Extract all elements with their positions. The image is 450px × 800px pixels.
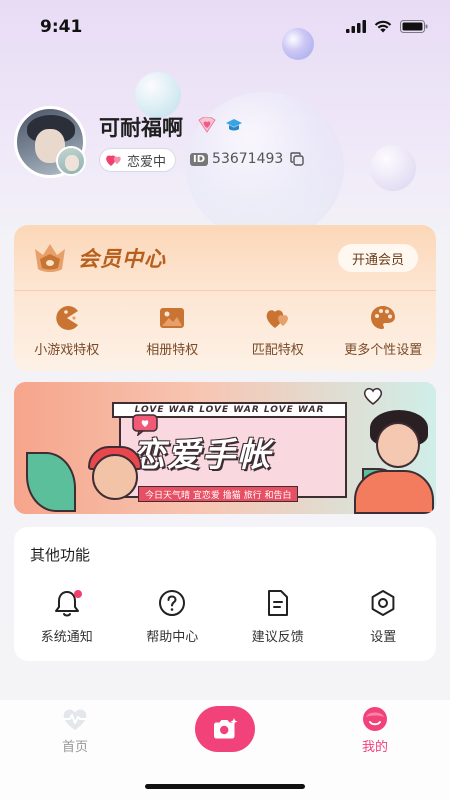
vip-item-match[interactable]: 匹配特权 <box>225 291 331 371</box>
tab-label: 首页 <box>61 740 88 755</box>
status-time: 9:41 <box>40 17 83 37</box>
function-item-notifications[interactable]: 系统通知 <box>14 589 120 645</box>
open-vip-button[interactable]: 开通会员 <box>337 244 418 272</box>
function-item-feedback[interactable]: 建议反馈 <box>225 589 331 645</box>
camera-button[interactable] <box>195 706 255 752</box>
relationship-status-label: 恋爱中 <box>127 154 167 170</box>
user-id-value: 53671493 <box>212 151 284 167</box>
decor-bubble <box>370 145 416 191</box>
function-label: 帮助中心 <box>146 630 199 645</box>
help-icon <box>159 590 186 616</box>
section-title: 其他功能 <box>30 546 91 564</box>
heart-badge-icon <box>198 117 216 133</box>
vip-item-personalization[interactable]: 更多个性设置 <box>331 291 437 371</box>
partner-avatar-face <box>65 155 79 171</box>
promo-banner[interactable]: LOVE WAR LOVE WAR LOVE WAR 恋爱手帐 今日天气晴 宜恋… <box>14 382 436 514</box>
relationship-status-badge[interactable]: 恋爱中 <box>99 148 177 172</box>
id-tag: ID <box>190 152 209 166</box>
profile-face-icon <box>363 707 387 731</box>
vip-title: 会员中心 <box>78 247 166 271</box>
illustration-girl-body <box>354 470 434 514</box>
vip-item-label: 更多个性设置 <box>344 343 423 358</box>
username: 可耐福啊 <box>99 116 183 140</box>
wifi-icon <box>374 20 392 33</box>
pacman-icon <box>56 306 78 330</box>
notification-badge <box>74 590 82 598</box>
function-list: 系统通知 帮助中心 建议反馈 设置 <box>14 589 436 645</box>
function-label: 建议反馈 <box>251 630 304 645</box>
copy-icon[interactable] <box>290 152 304 166</box>
couple-hearts-icon <box>106 155 121 166</box>
illustration-boy <box>92 454 138 500</box>
vip-item-label: 相册特权 <box>146 343 199 358</box>
status-icons <box>346 20 428 33</box>
image-icon <box>160 308 185 328</box>
palette-icon <box>371 306 396 329</box>
vip-privilege-list: 小游戏特权 相册特权 匹配特权 更多个性设置 <box>14 291 436 371</box>
function-item-help[interactable]: 帮助中心 <box>120 589 226 645</box>
decor-bubble <box>282 28 314 60</box>
partner-avatar[interactable] <box>56 146 86 176</box>
other-functions-card: 其他功能 系统通知 帮助中心 建议反馈 设置 <box>14 527 436 661</box>
tab-me[interactable]: 我的 <box>335 706 415 755</box>
chat-heart-icon <box>132 414 158 436</box>
vip-item-album[interactable]: 相册特权 <box>120 291 226 371</box>
function-label: 系统通知 <box>40 630 93 645</box>
battery-icon <box>400 20 428 33</box>
heart-decor-icon <box>363 387 383 405</box>
vip-center-card: 会员中心 开通会员 小游戏特权 相册特权 匹配特权 更多个性设置 <box>14 225 436 371</box>
tab-label: 我的 <box>361 740 388 755</box>
banner-subtitle: 今日天气晴 宜恋爱 撸猫 旅行 和告白 <box>138 486 299 502</box>
vip-item-label: 小游戏特权 <box>34 343 100 358</box>
home-indicator <box>145 784 305 789</box>
settings-icon <box>371 590 395 616</box>
camera-sparkle-icon <box>214 718 238 739</box>
feedback-icon <box>267 590 288 616</box>
vip-item-label: 匹配特权 <box>251 343 304 358</box>
function-item-settings[interactable]: 设置 <box>331 589 437 645</box>
user-id-row: ID 53671493 <box>190 151 304 167</box>
hearts-icon <box>266 310 288 328</box>
status-bar: 9:41 <box>0 0 450 56</box>
vip-header: 会员中心 开通会员 <box>14 225 436 290</box>
decor-bubble-large <box>186 92 344 242</box>
crown-icon <box>35 244 65 272</box>
graduation-cap-icon <box>226 119 242 131</box>
tab-home[interactable]: 首页 <box>35 706 115 755</box>
vip-item-mini-games[interactable]: 小游戏特权 <box>14 291 120 371</box>
illustration-girl <box>376 422 420 468</box>
function-label: 设置 <box>370 630 397 645</box>
heartbeat-icon <box>63 709 87 730</box>
signal-icon <box>346 20 366 33</box>
